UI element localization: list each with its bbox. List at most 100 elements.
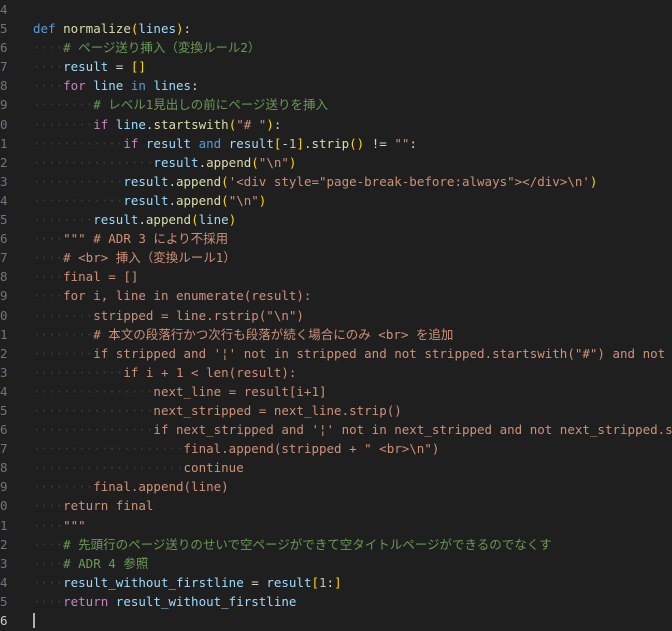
code-editor[interactable]: 4 5 def normalize(lines): 6 ····# ページ送り挿入（変換…	[0, 0, 672, 631]
code-token: 1	[319, 574, 327, 590]
indent-guide: ················	[33, 422, 154, 438]
indent-guide: ········	[33, 345, 94, 361]
code-text: ················next_line = result[i+1]	[33, 382, 327, 401]
code-token: final.append(stripped + " <br>\n")	[183, 441, 440, 457]
code-token: ()	[349, 135, 365, 151]
code-token: next_stripped = next_line.strip()	[153, 402, 402, 418]
line-number: 0	[0, 307, 8, 323]
code-line[interactable]: 4 ············result.append("\n")	[0, 191, 672, 210]
code-token: (	[221, 173, 229, 189]
code-line[interactable]: 4	[0, 0, 672, 19]
code-token: result	[153, 154, 199, 170]
code-token: .	[168, 173, 176, 189]
code-text: ············if result and result[-1].str…	[33, 134, 417, 153]
code-token: return final	[63, 498, 154, 514]
code-line[interactable]: 1 ············if result and result[-1].st…	[0, 134, 672, 153]
code-line[interactable]: 2 ········if stripped and '¦' not in stri…	[0, 344, 672, 363]
code-line[interactable]: 3 ····# ADR 4 参照	[0, 554, 672, 573]
code-token: :	[273, 116, 282, 132]
code-token: final.append(line)	[93, 479, 229, 495]
indent-guide: ················	[33, 154, 154, 170]
code-line[interactable]: 0 ····return final	[0, 496, 672, 515]
code-text: ········result.append(line)	[33, 210, 236, 229]
code-token: for i, line in enumerate(result):	[63, 288, 312, 304]
code-line[interactable]: 9 ········# レベル1見出しの前にページ送りを挿入	[0, 95, 672, 114]
indent-guide: ····················	[33, 460, 184, 476]
code-text: ····# <br> 挿入（変換ルール1）	[33, 248, 236, 267]
code-text: ····""" # ADR 3 により不採用	[33, 229, 228, 248]
code-text: ········stripped = line.rstrip("\n")	[33, 306, 304, 325]
indent-guide: ················	[33, 383, 154, 399]
line-number: 8	[0, 460, 8, 476]
line-number: 6	[0, 422, 8, 438]
code-line[interactable]: 2 ················result.append("\n")	[0, 153, 672, 172]
code-token: :	[183, 21, 192, 37]
code-token: def	[33, 21, 64, 37]
code-line[interactable]: 6 ····# ページ送り挿入（変換ルール2）	[0, 38, 672, 57]
code-token: line	[93, 78, 124, 94]
code-line[interactable]: 1 ····"""	[0, 516, 672, 535]
code-line[interactable]: 7 ····# <br> 挿入（変換ルール1）	[0, 248, 672, 267]
indent-guide: ········	[33, 212, 94, 228]
code-token: ]	[334, 574, 342, 590]
code-token: "# "	[236, 116, 267, 132]
code-text: ········if line.startswith("# "):	[33, 115, 281, 134]
indent-guide: ················	[33, 402, 154, 418]
code-line[interactable]: 8 ····for line in lines:	[0, 76, 672, 95]
code-line[interactable]: 9 ····for i, line in enumerate(result):	[0, 286, 672, 305]
code-line[interactable]: 6	[0, 611, 672, 630]
code-token: [	[311, 574, 319, 590]
code-line[interactable]: 8 ····················continue	[0, 458, 672, 477]
indent-guide: ····	[33, 517, 64, 533]
line-number: 1	[0, 326, 8, 342]
line-number: 0	[0, 498, 8, 514]
indent-guide: ············	[33, 192, 124, 208]
code-token: result	[266, 574, 312, 590]
code-token: result_without_firstline	[115, 593, 297, 609]
code-line[interactable]: 6 ····""" # ADR 3 により不採用	[0, 229, 672, 248]
code-line[interactable]: 0 ········stripped = line.rstrip("\n")	[0, 306, 672, 325]
code-line[interactable]: 5 def normalize(lines):	[0, 19, 672, 38]
code-token: result	[123, 192, 169, 208]
code-token: :	[409, 135, 417, 151]
code-line[interactable]: 9 ········final.append(line)	[0, 477, 672, 496]
code-token: result_without_firstline	[63, 574, 244, 590]
indent-guide: ········	[33, 116, 94, 132]
code-line[interactable]: 5 ················next_stripped = next_li…	[0, 401, 672, 420]
code-token: if i + 1 < len(result):	[123, 364, 297, 380]
code-line[interactable]: 4 ················next_line = result[i+1]	[0, 382, 672, 401]
code-text: ····return final	[33, 496, 153, 515]
code-line[interactable]: 3 ············result.append('<div style="…	[0, 172, 672, 191]
code-line[interactable]: 2 ····# 先頭行のページ送りのせいで空ページができて空タイトルページができる…	[0, 535, 672, 554]
code-token: append	[145, 212, 192, 228]
code-token: strip	[311, 135, 350, 151]
code-line[interactable]: 3 ············if i + 1 < len(result):	[0, 363, 672, 382]
line-number: 3	[0, 555, 8, 571]
indent-guide: ····	[33, 555, 64, 571]
indent-guide: ····	[33, 288, 64, 304]
code-token: append	[176, 173, 222, 189]
code-line[interactable]: 8 ····final = []	[0, 267, 672, 286]
indent-guide: ····	[33, 59, 64, 75]
code-token: """ # ADR 3 により不採用	[63, 231, 229, 247]
code-token: result	[63, 59, 109, 75]
code-token: if	[93, 116, 116, 132]
code-line[interactable]: 7 ····················final.append(stripp…	[0, 439, 672, 458]
code-token: # 本文の段落行かつ次行も段落が続く場合にのみ <br> を追加	[93, 326, 454, 342]
indent-guide: ····················	[33, 441, 184, 457]
code-line[interactable]: 1 ········# 本文の段落行かつ次行も段落が続く場合にのみ <br> を追…	[0, 325, 672, 344]
code-line[interactable]: 5 ········result.append(line)	[0, 210, 672, 229]
code-token: =	[108, 59, 131, 75]
line-number: 7	[0, 250, 8, 266]
code-line[interactable]: 7 ····result = []	[0, 57, 672, 76]
line-number: 5	[0, 21, 8, 37]
code-token: stripped = line.rstrip("\n")	[93, 307, 304, 323]
code-line[interactable]: 4 ····result_without_firstline = result[1…	[0, 573, 672, 592]
indent-guide: ········	[33, 326, 94, 342]
line-number: 4	[0, 383, 8, 399]
code-token: return	[63, 593, 116, 609]
code-line[interactable]: 6 ················if next_stripped and '¦…	[0, 420, 672, 439]
indent-guide: ····	[33, 40, 64, 56]
code-line[interactable]: 5 ····return result_without_firstline	[0, 592, 672, 611]
code-line[interactable]: 0 ········if line.startswith("# "):	[0, 115, 672, 134]
